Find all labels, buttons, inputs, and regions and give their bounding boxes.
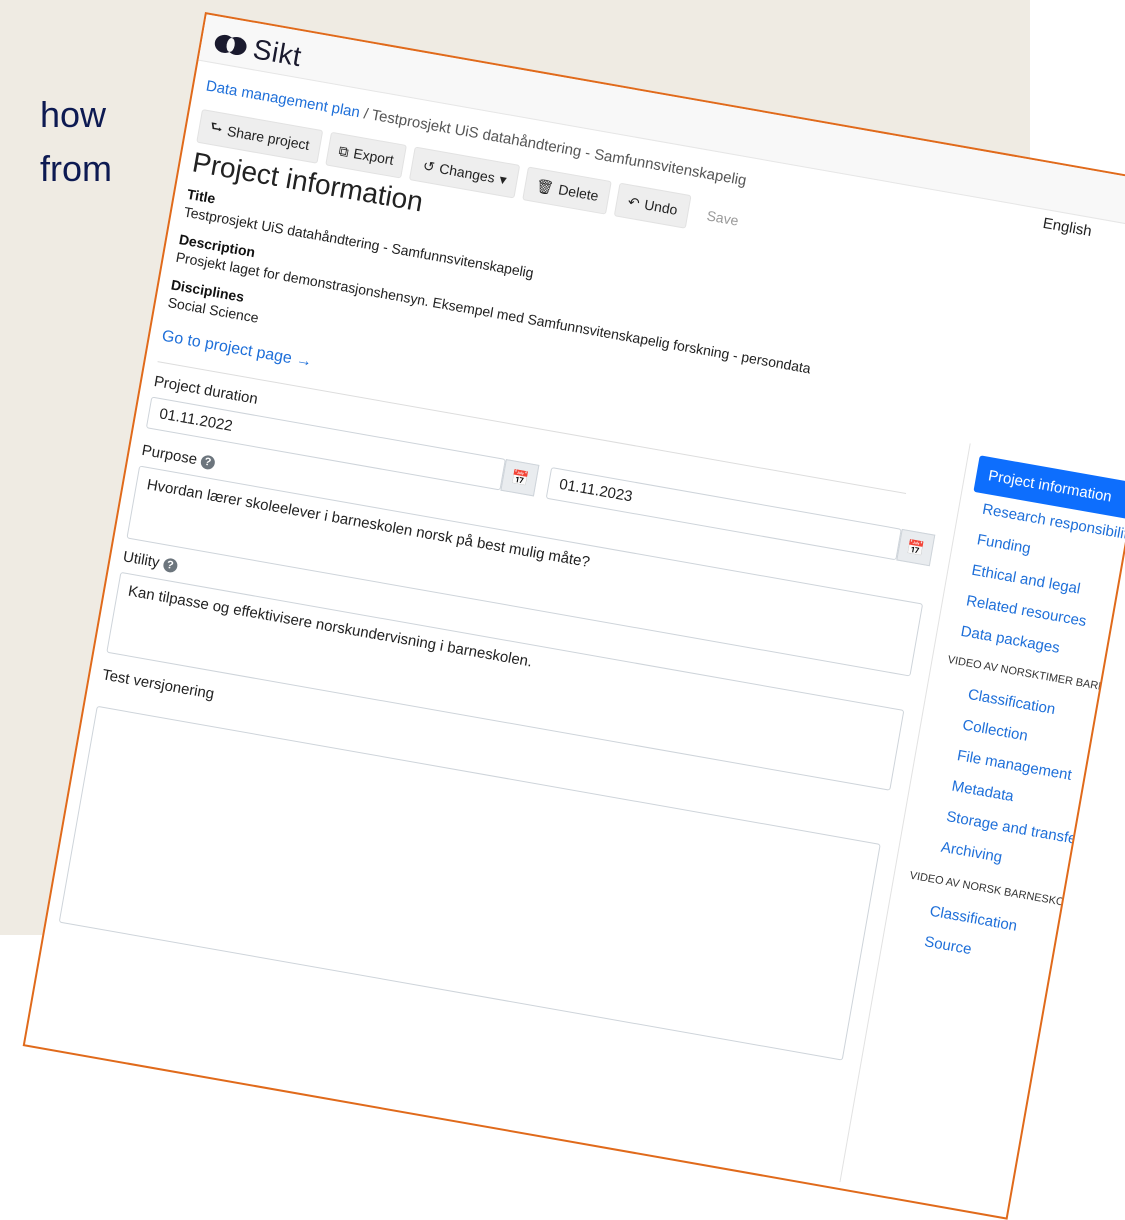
utility-label-text: Utility <box>121 548 161 572</box>
utility-label: Utility? <box>122 548 179 574</box>
undo-button[interactable]: ↶ Undo <box>614 182 692 229</box>
screenshot-frame: Sikt Data management plan / Testprosjekt… <box>22 12 1125 1220</box>
help-icon[interactable]: ? <box>199 454 216 471</box>
save-button[interactable]: Save <box>693 197 752 240</box>
changes-dropdown-button[interactable]: ↺ Changes ▾ <box>409 146 521 199</box>
export-label: Export <box>352 145 395 168</box>
purpose-label-text: Purpose <box>140 441 199 469</box>
delete-button[interactable]: 🗑 Delete <box>522 166 613 215</box>
sikt-logo[interactable]: Sikt <box>211 26 304 73</box>
language-selector[interactable]: English <box>1042 215 1093 240</box>
external-link-icon: ⧉ <box>337 141 351 160</box>
slide-text-line-1: how <box>40 94 107 135</box>
delete-label: Delete <box>557 181 600 204</box>
history-icon: ↺ <box>421 156 437 175</box>
version-note-text: Test versjonering <box>100 666 216 703</box>
trash-icon: 🗑 <box>534 176 556 196</box>
share-project-label: Share project <box>225 122 311 154</box>
sikt-logo-icon <box>214 34 247 56</box>
calendar-icon[interactable]: 📅 <box>500 459 540 497</box>
title-label: Title <box>185 185 217 207</box>
help-icon[interactable]: ? <box>161 557 179 574</box>
caret-down-icon: ▾ <box>498 170 509 188</box>
breadcrumb-separator: / <box>362 105 370 123</box>
slide-text-line-2: from <box>40 148 112 189</box>
undo-label: Undo <box>643 196 679 218</box>
calendar-icon[interactable]: 📅 <box>896 528 936 567</box>
share-icon: ⮑ <box>208 117 225 136</box>
logo-text: Sikt <box>250 33 305 73</box>
undo-icon: ↶ <box>626 192 642 211</box>
changes-label: Changes <box>438 160 497 186</box>
